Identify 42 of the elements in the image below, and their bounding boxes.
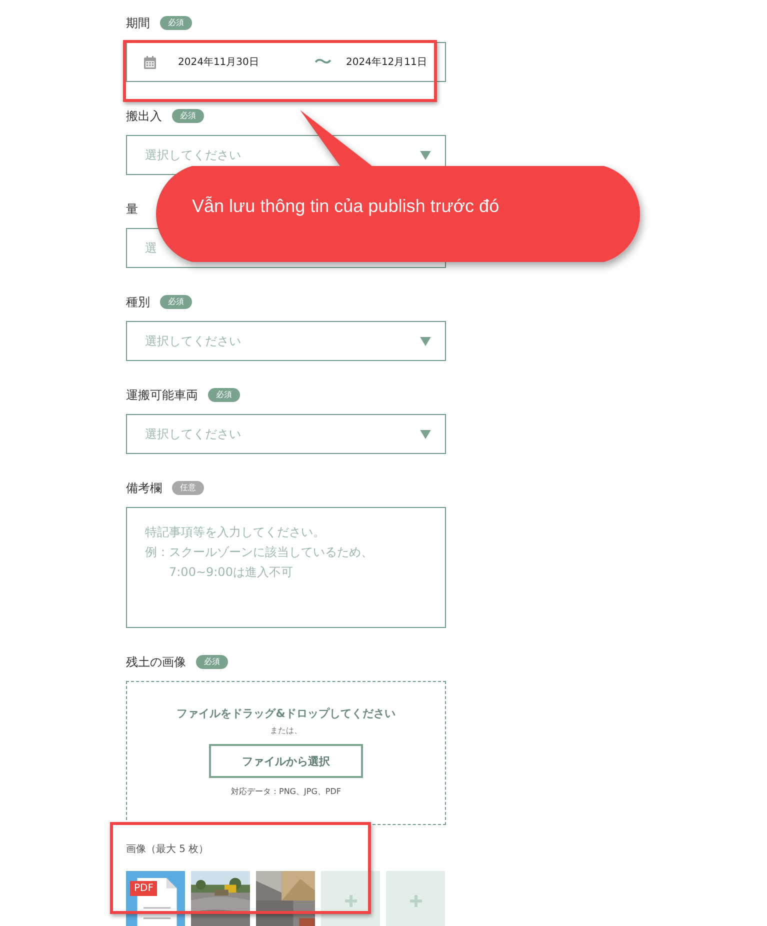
field-label: 種別 xyxy=(126,294,150,310)
required-badge: 必須 xyxy=(172,109,204,123)
field-label: 搬出入 xyxy=(126,108,162,124)
required-badge: 必須 xyxy=(196,655,228,669)
field-label: 運搬可能車両 xyxy=(126,386,198,404)
or-text: または、 xyxy=(270,725,302,736)
optional-badge: 任意 xyxy=(172,481,204,495)
select-file-button[interactable]: ファイルから選択 xyxy=(209,744,363,778)
field-label: 量 xyxy=(126,200,138,218)
select-field[interactable]: 選択してください xyxy=(126,321,446,361)
date-range-field[interactable]: 2024年11月30日 〜 2024年12月11日 xyxy=(126,42,446,82)
images-label: 画像（最大 5 枚） xyxy=(126,842,210,857)
placeholder-line: 7:00~9:00は進入不可 xyxy=(168,564,294,581)
start-date: 2024年11月30日 xyxy=(178,56,260,69)
caret-icon xyxy=(420,336,431,346)
plus-icon xyxy=(410,894,422,906)
end-date: 2024年12月11日 xyxy=(346,56,428,69)
pdf-thumbnail[interactable]: PDF xyxy=(126,871,185,926)
supported-formats: 対応データ：PNG、JPG、PDF xyxy=(231,786,341,797)
select-field[interactable]: 選択してください xyxy=(126,414,446,454)
required-badge: 必須 xyxy=(160,16,192,30)
required-badge: 必須 xyxy=(208,388,240,402)
field-label: 備考欄 xyxy=(126,480,162,496)
caret-icon xyxy=(420,150,431,160)
select-placeholder: 選択してください xyxy=(145,146,241,164)
caret-icon xyxy=(420,430,431,438)
calendar-icon xyxy=(144,56,156,68)
required-badge: 必須 xyxy=(160,295,192,309)
drop-zone[interactable]: ファイルをドラッグ&ドロップしてください または、 ファイルから選択 対応データ：PNG、JPG、PDF xyxy=(126,681,446,825)
textarea-field[interactable]: 特記事項等を入力してください。 例：スクールゾーンに該当しているため、 7:00~9:00は進入不可 xyxy=(126,507,446,628)
callout-text: Vẫn lưu thông tin của publish trước đó xyxy=(192,196,500,217)
add-image-slot[interactable] xyxy=(321,871,380,926)
pdf-tag: PDF xyxy=(130,881,158,896)
select-placeholder: 選択してください xyxy=(145,426,241,442)
field-label: 期間 xyxy=(126,14,150,32)
plus-icon xyxy=(344,894,356,906)
drop-instruction: ファイルをドラッグ&ドロップしてください xyxy=(176,706,396,721)
select-placeholder: 選択してください xyxy=(145,332,241,350)
input-placeholder: 選 xyxy=(145,240,157,256)
placeholder-line: 特記事項等を入力してください。 xyxy=(145,524,326,541)
field-label: 残土の画像 xyxy=(126,654,186,670)
placeholder-line: 例：スクールゾーンに該当しているため、 xyxy=(145,544,374,561)
